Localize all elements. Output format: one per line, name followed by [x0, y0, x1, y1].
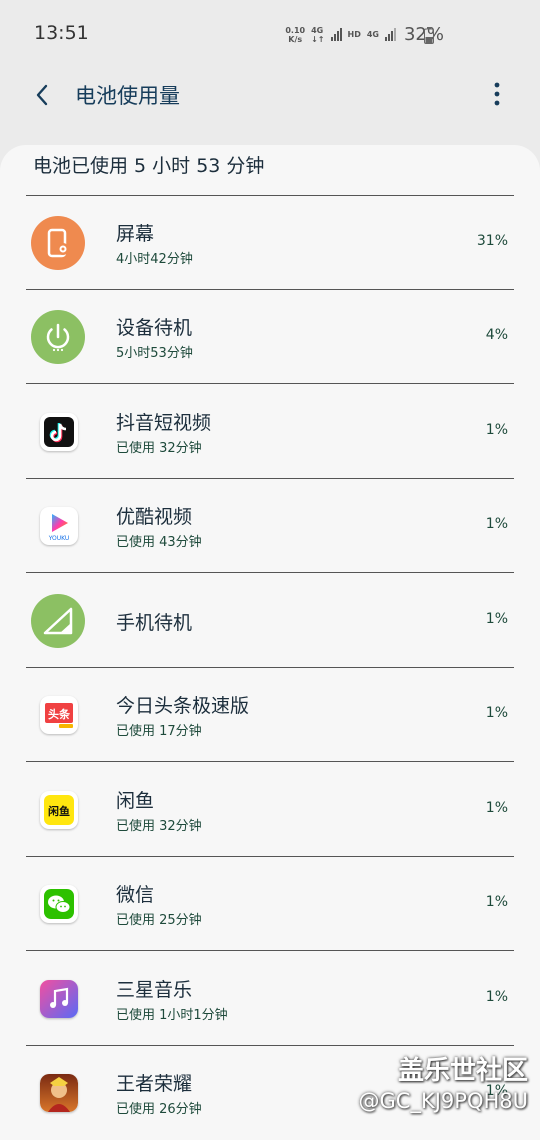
usage-row-device-standby[interactable]: 设备待机 5小时53分钟 4%: [26, 290, 514, 384]
usage-row-name: 闲鱼: [116, 790, 155, 812]
usage-row-percent: 1%: [485, 705, 508, 721]
community-watermark: 盖乐世社区 @GC_KJ9PQH8U: [359, 1050, 528, 1113]
battery-icon: [424, 27, 434, 44]
usage-row-xianyu[interactable]: 闲鱼 闲鱼 已使用 32分钟 1%: [26, 763, 514, 857]
usage-row-time: 已使用 26分钟: [116, 1102, 202, 1117]
usage-row-name: 抖音短视频: [116, 412, 212, 434]
usage-row-name: 设备待机: [116, 317, 193, 339]
honor-of-kings-app-icon: [31, 1066, 85, 1120]
sim2-signal-icon: [384, 28, 396, 41]
divider: [26, 383, 514, 384]
usage-row-time: 已使用 25分钟: [116, 913, 202, 928]
usage-row-time: 已使用 32分钟: [116, 819, 202, 834]
usage-row-time: 4小时42分钟: [116, 252, 193, 267]
more-vertical-icon: [494, 82, 500, 106]
usage-row-screen[interactable]: 屏幕 4小时42分钟 31%: [26, 196, 514, 290]
watermark-user-id: @GC_KJ9PQH8U: [358, 1089, 528, 1113]
usage-row-time: 已使用 1小时1分钟: [116, 1008, 228, 1023]
douyin-app-icon: [31, 405, 85, 459]
more-options-button[interactable]: [485, 79, 509, 109]
usage-row-youku[interactable]: YOUKU 优酷视频 已使用 43分钟 1%: [26, 479, 514, 573]
usage-row-phone-idle[interactable]: 手机待机 1%: [26, 574, 514, 668]
usage-row-name: 微信: [116, 884, 155, 906]
battery-usage-summary: 电池已使用 5 小时 53 分钟: [33, 155, 265, 177]
page-title: 电池使用量: [75, 84, 180, 108]
usage-row-toutiao-lite[interactable]: 头条 今日头条极速版 已使用 17分钟 1%: [26, 668, 514, 762]
divider: [26, 572, 514, 573]
usage-row-wechat[interactable]: 微信 已使用 25分钟 1%: [26, 857, 514, 951]
divider: [26, 761, 514, 762]
usage-row-percent: 1%: [485, 422, 508, 438]
screen-icon: [31, 216, 85, 270]
usage-row-percent: 1%: [485, 800, 508, 816]
usage-row-samsung-music[interactable]: 三星音乐 已使用 1小时1分钟 1%: [26, 952, 514, 1046]
xianyu-icon-text: 闲鱼: [48, 804, 70, 818]
youku-icon-text: YOUKU: [48, 535, 70, 542]
network-speed: 0.10 K/s: [285, 25, 306, 44]
hd-label: HD: [347, 30, 361, 39]
usage-row-name: 王者荣耀: [116, 1073, 193, 1095]
watermark-title: 盖乐世社区: [397, 1056, 528, 1086]
usage-row-percent: 1%: [485, 894, 508, 910]
divider: [26, 950, 514, 951]
usage-row-name: 优酷视频: [116, 506, 193, 528]
usage-row-percent: 1%: [485, 611, 508, 627]
battery-usage-card: 电池已使用 5 小时 53 分钟 屏幕 4小时42分钟 31% 设备待机 5小时…: [0, 145, 540, 1140]
usage-row-percent: 1%: [485, 516, 508, 532]
samsung-music-app-icon: [31, 972, 85, 1026]
usage-row-time: 已使用 32分钟: [116, 441, 202, 456]
cell-signal-icon: [31, 594, 85, 648]
sim2-4g-label: 4G: [366, 30, 379, 39]
status-indicators: 0.10 K/s 4G ↓↑ HD 4G 32%: [285, 24, 444, 45]
usage-row-time: 已使用 17分钟: [116, 724, 202, 739]
toutiao-app-icon: 头条: [31, 688, 85, 742]
sim1-signal-icon: [330, 28, 342, 41]
power-icon: [31, 310, 85, 364]
usage-row-percent: 31%: [476, 233, 508, 249]
usage-row-time: 已使用 43分钟: [116, 535, 202, 550]
usage-row-time: 5小时53分钟: [116, 346, 193, 361]
usage-row-name: 三星音乐: [116, 979, 193, 1001]
sim1-4g-label: 4G ↓↑: [311, 25, 325, 44]
chevron-left-icon: [36, 84, 48, 106]
wechat-app-icon: [31, 877, 85, 931]
app-header: 电池使用量: [0, 70, 540, 120]
status-time: 13:51: [34, 22, 89, 44]
toutiao-icon-text: 头条: [48, 707, 71, 721]
xianyu-app-icon: 闲鱼: [31, 783, 85, 837]
usage-row-name: 手机待机: [116, 612, 193, 634]
usage-row-douyin[interactable]: 抖音短视频 已使用 32分钟 1%: [26, 385, 514, 479]
status-bar: 13:51 0.10 K/s 4G ↓↑ HD 4G 32%: [0, 0, 540, 70]
usage-row-percent: 4%: [485, 327, 508, 343]
youku-app-icon: YOUKU: [31, 499, 85, 553]
back-button[interactable]: [28, 80, 58, 110]
usage-row-name: 屏幕: [116, 223, 155, 245]
usage-row-name: 今日头条极速版: [116, 695, 250, 717]
usage-row-percent: 1%: [485, 989, 508, 1005]
